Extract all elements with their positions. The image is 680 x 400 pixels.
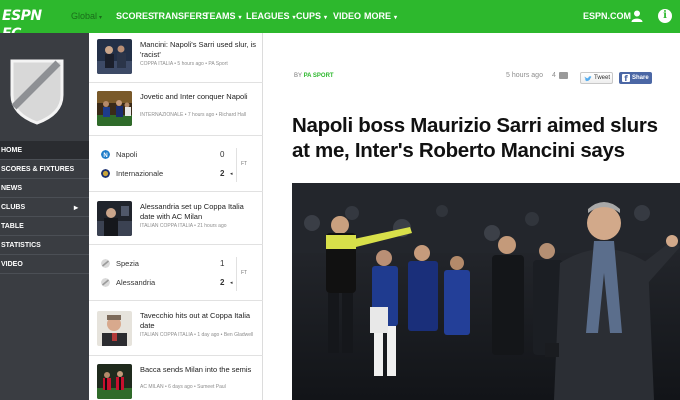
edition-selector[interactable]: Global ▾ [71, 11, 102, 21]
match-status: FT [241, 270, 248, 276]
sidebar-item-label: VIDEO [1, 261, 23, 268]
match-result[interactable]: N Napoli 0 Internazionale 2 ◂ FT [89, 136, 263, 192]
sidebar-item-video[interactable]: VIDEO [0, 255, 89, 274]
list-item[interactable]: Jovetic and Inter conquer Napoli INTERNA… [89, 83, 263, 136]
team-name: Internazionale [116, 169, 164, 178]
nav-label: VIDEO [333, 11, 362, 21]
winner-marker-icon: ◂ [230, 280, 233, 286]
story-title: Tavecchio hits out at Coppa Italia date [140, 311, 251, 330]
team-name: Napoli [116, 150, 138, 159]
story-thumbnail [97, 201, 132, 236]
svg-text:N: N [103, 153, 107, 159]
chevron-down-icon: ▾ [394, 15, 398, 21]
chevron-down-icon: ▾ [238, 15, 242, 21]
team-score: 2 [220, 278, 225, 287]
sidebar-item-label: CLUBS [1, 204, 26, 211]
article-hero-image [292, 183, 680, 400]
story-meta: COPPA ITALIA • 5 hours ago • PA Sport [140, 61, 228, 67]
nav-more[interactable]: MORE ▾ [364, 11, 397, 21]
facebook-share-button[interactable]: f Share [619, 72, 652, 84]
story-thumbnail [97, 39, 132, 74]
nav-label: MORE [364, 11, 391, 21]
story-meta: ITALIAN COPPA ITALIA • 1 day ago • Ben G… [140, 332, 254, 338]
twitter-bird-icon [584, 76, 592, 82]
sidebar-item-scores-fixtures[interactable]: SCORES & FIXTURES [0, 160, 89, 179]
article-timestamp: 5 hours ago [506, 72, 543, 79]
napoli-crest-icon: N [101, 150, 110, 159]
story-title: Bacca sends Milan into the semis [140, 365, 252, 374]
sidebar-item-label: HOME [1, 147, 22, 154]
team-sidebar: HOME SCORES & FIXTURES NEWS CLUBS ▸ TABLE… [0, 33, 89, 400]
list-item[interactable]: Alessandria set up Coppa Italia date wit… [89, 192, 263, 245]
inter-crest-icon [101, 169, 110, 178]
story-thumbnail [97, 91, 132, 126]
byline-source[interactable]: PA SPORT [304, 73, 334, 79]
byline: BY PA SPORT [294, 73, 334, 79]
comment-count[interactable]: 4 [552, 72, 556, 79]
story-meta: ITALIAN COPPA ITALIA • 21 hours ago [140, 223, 227, 229]
winner-marker-icon: ◂ [230, 171, 233, 177]
sidebar-item-label: STATISTICS [1, 242, 41, 249]
espn-com-link[interactable]: ESPN.COM [583, 11, 631, 21]
chevron-down-icon: ▾ [99, 15, 103, 21]
nav-label: TEAMS [204, 11, 236, 21]
match-result[interactable]: Spezia 1 Alessandria 2 ◂ FT [89, 245, 263, 301]
team-score: 1 [220, 259, 225, 268]
chevron-right-icon: ▸ [74, 203, 79, 212]
facebook-icon: f [622, 74, 630, 83]
story-thumbnail [97, 364, 132, 399]
nav-scores[interactable]: SCORES [116, 11, 154, 21]
sidebar-item-home[interactable]: HOME [0, 141, 89, 160]
sidebar-item-table[interactable]: TABLE [0, 217, 89, 236]
user-icon[interactable] [630, 9, 644, 23]
share-label: Share [632, 75, 649, 81]
sidebar-item-label: NEWS [1, 185, 22, 192]
story-meta: INTERNAZIONALE • 7 hours ago • Richard H… [140, 112, 247, 118]
story-meta: AC MILAN • 6 days ago • Sumeet Paul [140, 384, 226, 390]
team-name: Spezia [116, 259, 139, 268]
list-item[interactable]: Tavecchio hits out at Coppa Italia date … [89, 301, 263, 356]
match-status: FT [241, 161, 248, 167]
nav-teams[interactable]: TEAMS ▾ [204, 11, 242, 21]
sidebar-item-news[interactable]: NEWS [0, 179, 89, 198]
article-headline: Napoli boss Maurizio Sarri aimed slurs a… [292, 114, 658, 162]
sidebar-item-statistics[interactable]: STATISTICS [0, 236, 89, 255]
sidebar-item-label: TABLE [1, 223, 24, 230]
nav-label: LEAGUES [246, 11, 290, 21]
chevron-down-icon: ▾ [324, 15, 328, 21]
spezia-crest-icon [101, 259, 110, 268]
info-icon[interactable]: i [658, 9, 672, 23]
team-name: Alessandria [116, 278, 156, 287]
story-title: Jovetic and Inter conquer Napoli [140, 92, 248, 101]
divider [236, 257, 237, 291]
nav-label: TRANSFERS [153, 11, 209, 21]
nav-cups[interactable]: CUPS ▾ [296, 11, 327, 21]
sidebar-item-label: SCORES & FIXTURES [1, 166, 75, 173]
tweet-button[interactable]: Tweet [580, 72, 613, 84]
story-title: Mancini: Napoli's Sarri used slur, is 'r… [140, 40, 257, 59]
story-thumbnail [97, 311, 132, 346]
nav-leagues[interactable]: LEAGUES ▾ [246, 11, 296, 21]
list-item[interactable]: Bacca sends Milan into the semis AC MILA… [89, 356, 263, 400]
team-crest-icon [10, 59, 64, 125]
sidebar-item-clubs[interactable]: CLUBS ▸ [0, 198, 89, 217]
article: BY PA SPORT 5 hours ago 4 Tweet f Share … [263, 33, 680, 400]
list-item[interactable]: Mancini: Napoli's Sarri used slur, is 'r… [89, 33, 263, 83]
team-score: 0 [220, 150, 225, 159]
nav-video[interactable]: VIDEO [333, 11, 361, 21]
top-nav: ESPN FC Global▾ SCORES TRANSFERS TEAMS▾ … [0, 0, 680, 42]
divider [236, 148, 237, 182]
news-feed: Mancini: Napoli's Sarri used slur, is 'r… [89, 33, 263, 400]
team-score: 2 [220, 169, 225, 178]
nav-label: CUPS [296, 11, 322, 21]
espn-fc-logo[interactable]: ESPN FC [2, 7, 60, 42]
tweet-label: Tweet [594, 75, 611, 81]
comment-icon[interactable] [559, 72, 568, 79]
nav-transfers[interactable]: TRANSFERS [153, 11, 208, 21]
story-title: Alessandria set up Coppa Italia date wit… [140, 202, 244, 221]
byline-prefix: BY [294, 73, 302, 79]
nav-label: SCORES [116, 11, 155, 21]
edition-label: Global [71, 11, 98, 21]
alessandria-crest-icon [101, 278, 110, 287]
